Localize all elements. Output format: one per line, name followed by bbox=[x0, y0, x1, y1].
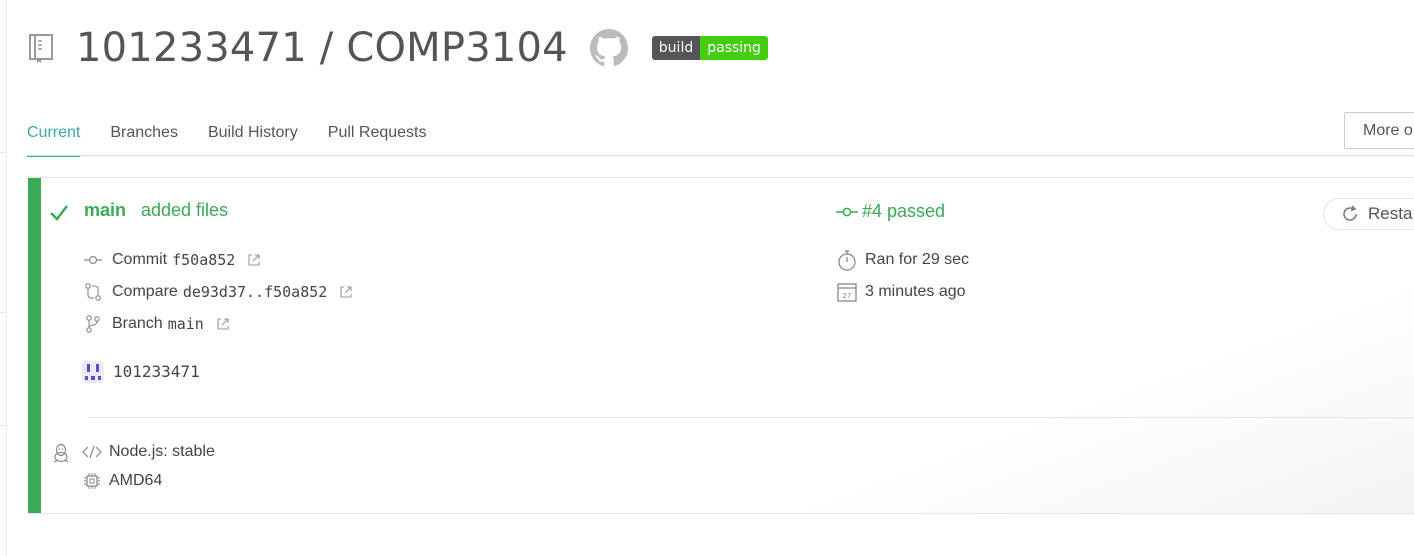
compare-label: Compare bbox=[112, 283, 178, 300]
tab-branches[interactable]: Branches bbox=[110, 112, 178, 156]
repo-header: 101233471 / COMP3104 build passing bbox=[28, 25, 768, 71]
build-number-status[interactable]: #4 passed bbox=[836, 201, 945, 222]
arch-text: AMD64 bbox=[109, 472, 163, 489]
calendar-day: 27 bbox=[843, 292, 852, 300]
tab-current[interactable]: Current bbox=[27, 112, 81, 157]
commit-sha: f50a852 bbox=[172, 251, 236, 269]
branch-label: Branch bbox=[112, 315, 163, 332]
cpu-icon bbox=[82, 472, 102, 490]
build-number-label: #4 passed bbox=[862, 201, 946, 221]
compare-range: de93d37..f50a852 bbox=[182, 283, 328, 301]
calendar-icon: 27 bbox=[837, 283, 857, 302]
finished-row: 27 3 minutes ago bbox=[836, 281, 966, 303]
external-link-icon[interactable] bbox=[216, 317, 230, 331]
branch-value: main bbox=[167, 315, 204, 333]
finished-text: 3 minutes ago bbox=[865, 283, 966, 300]
duration-text: Ran for 29 sec bbox=[865, 251, 970, 268]
commit-row[interactable]: Commit f50a852 bbox=[83, 251, 261, 269]
language-text: Node.js: stable bbox=[109, 443, 215, 460]
left-border bbox=[6, 0, 7, 556]
build-status-bar bbox=[28, 178, 41, 513]
branch-icon bbox=[83, 315, 103, 333]
commit-icon bbox=[836, 207, 858, 216]
card-divider bbox=[88, 417, 1414, 418]
compare-row[interactable]: Compare de93d37..f50a852 bbox=[83, 283, 353, 301]
stopwatch-icon bbox=[838, 250, 856, 271]
repo-title[interactable]: 101233471 / COMP3104 bbox=[76, 25, 568, 71]
tab-pull-requests[interactable]: Pull Requests bbox=[328, 112, 427, 156]
current-build-card: main added files Commit f50a852 Compare … bbox=[28, 177, 1414, 514]
compare-icon bbox=[83, 283, 103, 301]
tabs-underline bbox=[27, 155, 1414, 156]
more-options-button[interactable]: More o bbox=[1344, 112, 1414, 149]
external-link-icon[interactable] bbox=[247, 253, 261, 267]
language-row: Node.js: stable bbox=[82, 443, 215, 461]
build-branch-link[interactable]: main bbox=[84, 200, 126, 221]
branch-row[interactable]: Branch main bbox=[83, 315, 230, 333]
restart-label: Resta bbox=[1368, 204, 1413, 223]
left-stub bbox=[0, 312, 6, 313]
repo-tabs: Current Branches Build History Pull Requ… bbox=[27, 112, 456, 157]
commit-icon bbox=[83, 251, 103, 269]
left-stub bbox=[0, 152, 6, 153]
check-icon bbox=[50, 205, 68, 221]
linux-icon bbox=[53, 443, 69, 463]
build-status-badge[interactable]: build passing bbox=[651, 36, 768, 60]
repo-icon bbox=[28, 32, 56, 64]
left-stub bbox=[0, 425, 6, 426]
tab-build-history[interactable]: Build History bbox=[208, 112, 298, 156]
github-icon[interactable] bbox=[589, 29, 628, 67]
code-icon bbox=[82, 443, 102, 461]
commit-label: Commit bbox=[112, 251, 168, 268]
avatar bbox=[82, 361, 104, 383]
duration-row: Ran for 29 sec bbox=[836, 249, 969, 271]
arch-row: AMD64 bbox=[82, 472, 162, 490]
badge-label: build bbox=[651, 36, 701, 60]
restart-build-button[interactable]: Resta bbox=[1323, 198, 1414, 230]
restart-icon bbox=[1343, 205, 1357, 221]
external-link-icon[interactable] bbox=[339, 285, 353, 299]
commit-message[interactable]: added files bbox=[141, 200, 228, 221]
badge-status: passing bbox=[700, 36, 768, 60]
author-name[interactable]: 101233471 bbox=[113, 362, 200, 381]
